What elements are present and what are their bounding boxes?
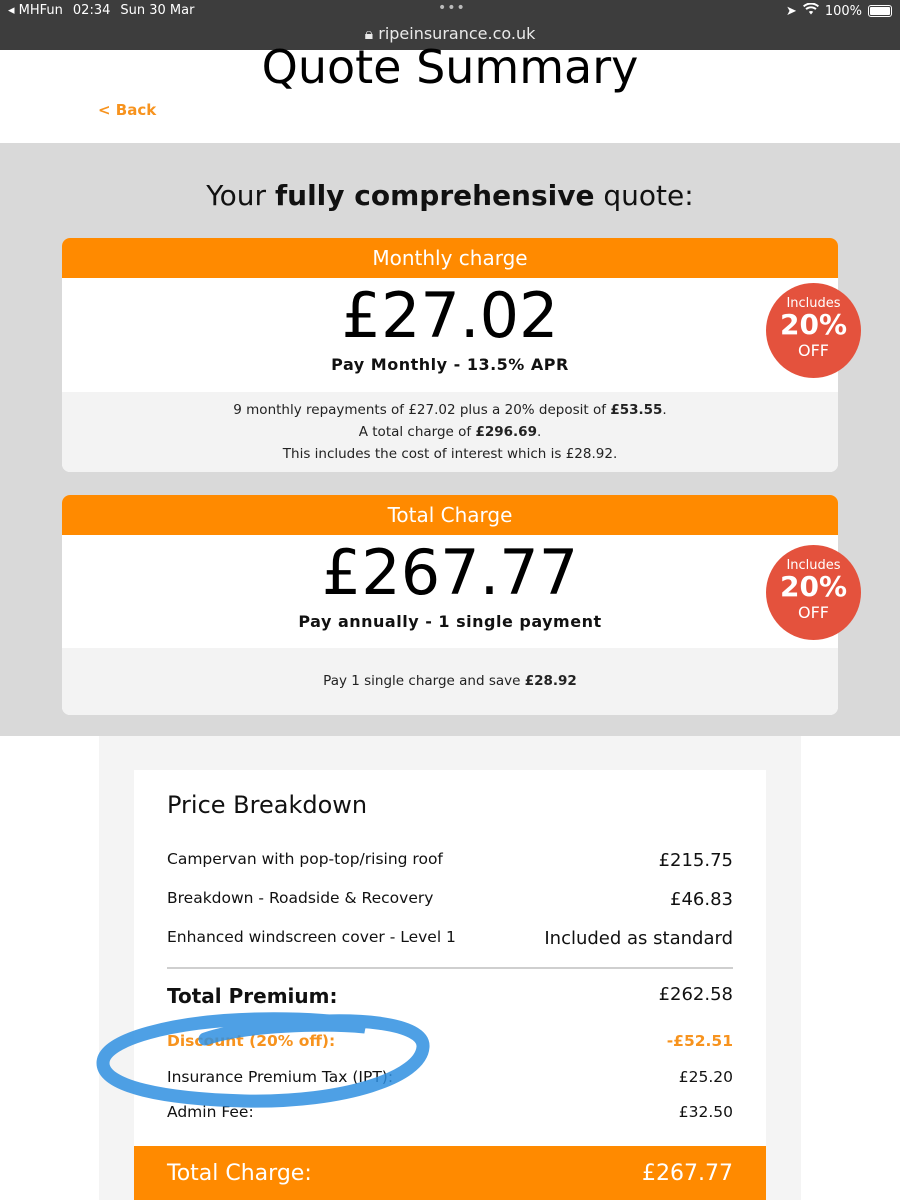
quote-heading-prefix: Your: [206, 179, 275, 212]
breakdown-item: Enhanced windscreen cover - Level 1 Incl…: [167, 928, 733, 949]
total-charge-amount: £267.77: [642, 1160, 733, 1186]
monthly-detail-line-2: A total charge of £296.69.: [358, 424, 542, 440]
status-date: Sun 30 Mar: [120, 3, 195, 18]
breakdown-divider: [167, 967, 733, 969]
badge-percent: 20%: [779, 308, 848, 341]
item-label: Breakdown - Roadside & Recovery: [167, 889, 434, 907]
discount-row: Discount (20% off): -£52.51: [167, 1032, 733, 1050]
multitask-dots-icon[interactable]: •••: [438, 0, 466, 16]
total-premium-row: Total Premium: £262.58: [167, 984, 733, 1008]
price-breakdown: Price Breakdown Campervan with pop-top/r…: [134, 770, 766, 1200]
breakdown-title: Price Breakdown: [167, 791, 368, 819]
admin-fee-amount: £32.50: [678, 1103, 733, 1121]
total-charge-bar: Total Charge: £267.77: [134, 1146, 766, 1200]
admin-fee-label: Admin Fee:: [167, 1103, 254, 1121]
badge-percent: 20%: [779, 570, 848, 603]
monthly-price: £27.02: [341, 279, 559, 352]
total-premium-label: Total Premium:: [167, 984, 338, 1008]
total-details: Pay 1 single charge and save £28.92: [62, 648, 838, 715]
battery-icon: [868, 5, 892, 17]
breakdown-item: Campervan with pop-top/rising roof £215.…: [167, 850, 733, 871]
monthly-subtitle: Pay Monthly - 13.5% APR: [331, 355, 569, 374]
wifi-icon: [802, 2, 819, 19]
page-title: Quote Summary: [261, 40, 639, 94]
total-footer-text: Pay 1 single charge and save: [323, 673, 525, 689]
total-card-header: Total Charge: [62, 495, 838, 535]
breakdown-item: Breakdown - Roadside & Recovery £46.83: [167, 889, 733, 910]
total-subtitle: Pay annually - 1 single payment: [298, 612, 602, 631]
discount-badge: Includes 20% OFF: [766, 283, 861, 378]
quote-section: Your fully comprehensive quote: Monthly …: [0, 143, 900, 736]
quote-heading-suffix: quote:: [594, 179, 694, 212]
discount-amount: -£52.51: [666, 1032, 733, 1050]
item-label: Enhanced windscreen cover - Level 1: [167, 928, 456, 946]
monthly-card-header: Monthly charge: [62, 238, 838, 278]
ipt-label: Insurance Premium Tax (IPT):: [167, 1068, 394, 1086]
status-time: 02:34: [72, 3, 111, 18]
monthly-details: 9 monthly repayments of £27.02 plus a 20…: [62, 392, 838, 472]
total-premium-amount: £262.58: [658, 984, 733, 1005]
status-right: ➤ 100%: [785, 2, 892, 19]
battery-percent: 100%: [824, 3, 862, 19]
total-saving: £28.92: [524, 673, 577, 689]
monthly-detail-line-1: 9 monthly repayments of £27.02 plus a 20…: [233, 402, 667, 418]
location-icon: ➤: [785, 3, 797, 19]
status-left: ◂ MHFun 02:34 Sun 30 Mar: [8, 3, 194, 18]
quote-heading: Your fully comprehensive quote:: [0, 179, 900, 212]
quote-heading-cover-type: fully comprehensive: [274, 179, 595, 212]
monthly-detail-line-3: This includes the cost of interest which…: [282, 446, 618, 462]
item-amount: Included as standard: [544, 928, 733, 949]
monthly-charge-card[interactable]: Monthly charge £27.02 Pay Monthly - 13.5…: [62, 238, 838, 472]
ipt-row: Insurance Premium Tax (IPT): £25.20: [167, 1068, 733, 1086]
total-charge-label: Total Charge:: [167, 1160, 312, 1186]
item-amount: £215.75: [658, 850, 733, 871]
back-button[interactable]: < Back: [98, 101, 156, 119]
item-amount: £46.83: [670, 889, 733, 910]
admin-fee-row: Admin Fee: £32.50: [167, 1103, 733, 1121]
total-price: £267.77: [321, 536, 579, 609]
total-charge-card[interactable]: Total Charge £267.77 Pay annually - 1 si…: [62, 495, 838, 715]
badge-off: OFF: [798, 603, 829, 622]
ipt-amount: £25.20: [678, 1068, 733, 1086]
badge-off: OFF: [798, 341, 829, 360]
back-to-app-link[interactable]: ◂ MHFun: [8, 3, 63, 18]
discount-label: Discount (20% off):: [167, 1032, 336, 1050]
item-label: Campervan with pop-top/rising roof: [167, 850, 443, 868]
discount-badge: Includes 20% OFF: [766, 545, 861, 640]
